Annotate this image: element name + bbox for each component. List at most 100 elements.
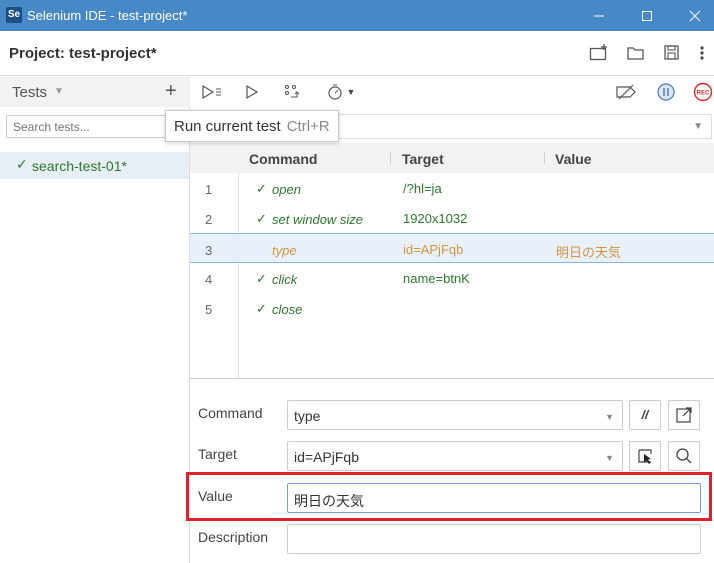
column-divider [390,152,391,164]
test-name: search-test-01* [32,158,127,174]
select-target-button[interactable] [629,441,661,471]
save-project-button[interactable] [660,41,684,65]
project-bar: Project: test-project* [0,31,714,76]
description-label: Description [198,529,269,545]
row-command: open [272,182,301,197]
row-target: name=btnK [403,271,470,286]
tests-sidebar: Tests ▼ + ✓ search-test-01* [0,77,190,563]
rec-icon: REC [693,82,713,102]
row-command: type [272,243,297,258]
disable-breakpoints-button[interactable] [614,80,638,104]
value-column-header: Value [555,151,592,167]
table-row[interactable]: 4 ✓ click name=btnK [190,263,714,293]
chevron-down-icon: ▼ [605,453,614,463]
check-icon: ✓ [256,271,267,286]
tooltip-shortcut: Ctrl+R [286,118,330,135]
close-window-button[interactable] [672,0,714,31]
step-icon [285,85,300,98]
commands-table: Command Target Value 1 ✓ open /?hl=ja 2 … [190,143,714,379]
row-target: 1920x1032 [403,211,468,226]
open-reference-button[interactable] [668,400,700,430]
row-command: click [272,272,298,287]
row-command: set window size [272,212,364,227]
window-title: Selenium IDE - test-project* [27,8,188,23]
table-row[interactable]: 5 ✓ close [190,293,714,323]
command-editor: Command type ▼ // Target id=APjFqb ▼ Val… [190,379,714,563]
row-number: 2 [205,212,213,227]
column-divider [544,152,545,164]
check-icon: ✓ [256,301,267,316]
search-icon [676,448,692,464]
row-value: 明日の天気 [556,245,622,260]
tooltip: Run current test Ctrl+R [165,110,339,142]
tests-dropdown[interactable]: Tests [12,84,47,101]
target-value: id=APjFqb [294,449,359,465]
breakpoint-off-icon [616,84,636,100]
check-icon: ✓ [16,156,28,172]
table-row[interactable]: 1 ✓ open /?hl=ja [190,173,714,203]
run-current-test-button[interactable] [242,80,262,104]
open-project-button[interactable] [624,41,648,65]
description-input[interactable] [287,524,701,554]
pause-on-exceptions-button[interactable] [654,80,678,104]
tests-header: Tests ▼ + [0,77,190,107]
row-target: /?hl=ja [403,181,442,196]
chevron-down-icon: ▼ [605,412,614,422]
step-over-button[interactable] [280,80,304,104]
timer-icon [327,84,342,100]
command-label: Command [198,405,263,421]
command-column-header: Command [249,151,318,167]
save-icon [664,45,679,60]
table-row[interactable]: 2 ✓ set window size 1920x1032 [190,203,714,233]
tooltip-text: Run current test [174,118,281,135]
more-vertical-icon [700,46,704,60]
command-select[interactable]: type ▼ [287,400,623,430]
test-speed-button[interactable]: ▼ [325,80,357,104]
check-icon: ✓ [256,211,267,226]
search-tests-input[interactable] [6,115,181,138]
chevron-down-icon: ▼ [346,87,356,97]
row-target: id=APjFqb [403,242,464,257]
maximize-icon [642,10,652,21]
add-test-button[interactable]: + [165,80,177,103]
command-value: type [294,408,321,424]
select-element-icon [638,449,652,464]
new-project-button[interactable] [587,41,611,65]
run-all-tests-button[interactable] [200,80,224,104]
minimize-button[interactable] [576,0,622,31]
base-url-dropdown[interactable]: ▼ [330,114,712,139]
row-number: 1 [205,182,213,197]
more-menu-button[interactable] [690,41,714,65]
comment-icon: // [641,408,649,422]
new-folder-icon [589,44,607,61]
playback-toolbar: ▼ REC [190,77,714,107]
minimize-icon [594,15,604,16]
table-row-selected[interactable]: 3 type id=APjFqb 明日の天気 [190,233,714,263]
row-number: 4 [205,272,213,287]
open-folder-icon [627,47,644,60]
record-button[interactable]: REC [692,80,714,104]
pause-icon [657,83,675,101]
test-list-item[interactable]: ✓ search-test-01* [0,152,189,179]
row-command: close [272,302,303,317]
target-select[interactable]: id=APjFqb ▼ [287,441,623,471]
target-column-header: Target [402,151,444,167]
check-icon: ✓ [256,181,267,196]
close-icon [689,10,701,21]
selenium-logo-icon: Se [6,7,22,23]
target-label: Target [198,446,237,462]
highlight-annotation [186,472,712,521]
row-number: 3 [205,243,213,258]
find-target-button[interactable] [668,441,700,471]
toggle-comment-button[interactable]: // [629,400,661,430]
external-link-icon [676,407,692,423]
chevron-down-icon: ▼ [693,121,703,132]
play-icon [246,84,259,100]
row-number: 5 [205,302,213,317]
svg-text:REC: REC [697,91,710,97]
run-all-icon [202,84,221,100]
table-header: Command Target Value [190,143,714,173]
chevron-down-icon[interactable]: ▼ [54,86,64,97]
title-bar: Se Selenium IDE - test-project* [0,0,714,31]
maximize-button[interactable] [624,0,670,31]
